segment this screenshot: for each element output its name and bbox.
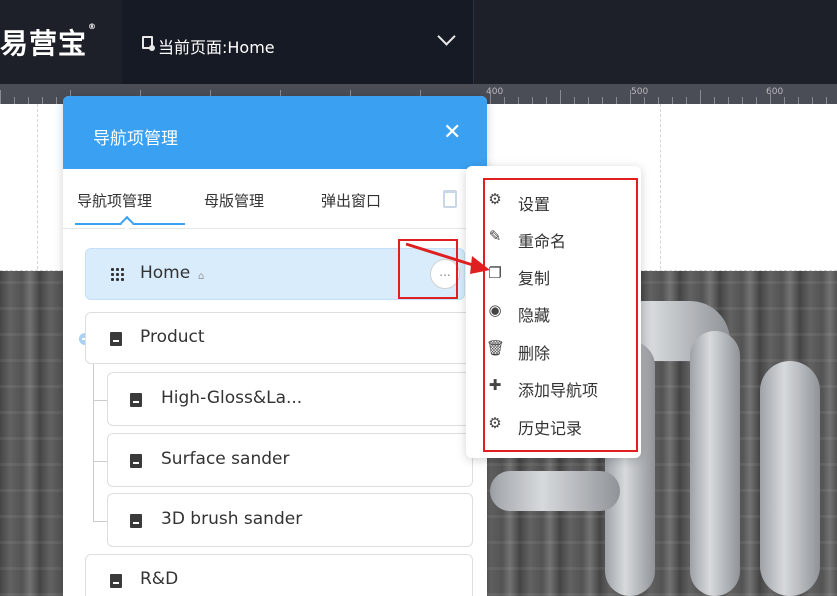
tab-popup-windows[interactable]: 弹出窗口 (321, 190, 381, 211)
ruler-tick (798, 97, 799, 104)
page-file-icon (130, 393, 142, 407)
guide-line (37, 104, 38, 274)
ruler-tick (0, 90, 1, 104)
ruler-tick (56, 97, 57, 104)
ruler-tick (644, 97, 645, 104)
nav-item-label: Product (140, 327, 205, 347)
ruler-tick (700, 90, 701, 104)
ruler-tick (28, 97, 29, 104)
tree-line (93, 521, 107, 522)
ruler-tick (784, 97, 785, 104)
page-selector[interactable]: 当前页面:Home (122, 0, 474, 84)
nav-item-product[interactable]: Product (85, 312, 473, 364)
nav-item-label: 3D brush sander (161, 509, 303, 529)
page-icon (142, 36, 155, 51)
ruler-tick (672, 97, 673, 104)
ruler-tick (812, 97, 813, 104)
tree-line (93, 400, 107, 401)
page-file-icon (110, 332, 122, 346)
page-file-icon (130, 514, 142, 528)
tree-line (93, 364, 94, 522)
ruler-tick (602, 97, 603, 104)
nav-item-label: Home (140, 263, 191, 283)
tab-master-templates[interactable]: 母版管理 (204, 190, 264, 211)
guide-line (660, 104, 661, 274)
nav-item-label: R&D (140, 569, 179, 589)
nav-item-high-gloss[interactable]: High-Gloss&La... (107, 372, 473, 426)
ruler-tick (728, 97, 729, 104)
ruler-tick (826, 97, 827, 104)
page-file-icon (110, 574, 122, 588)
annotation-arrow (405, 242, 490, 274)
ruler-tick (532, 97, 533, 104)
nav-item-label: Surface sander (161, 449, 290, 469)
home-icon: ⌂ (198, 271, 205, 282)
page-file-icon (130, 454, 142, 468)
active-tab-indicator (75, 223, 185, 225)
ruler-tick (756, 97, 757, 104)
ruler-tick (504, 97, 505, 104)
grid-icon (110, 267, 124, 281)
navigation-manager-panel: 导航项管理 ✕ 导航项管理 母版管理 弹出窗口 Home ⌂ ... Produ… (63, 96, 487, 596)
pipe-shape (490, 471, 620, 511)
nav-item-surface-sander[interactable]: Surface sander (107, 433, 473, 487)
panel-header: 导航项管理 ✕ (63, 96, 487, 169)
ruler-label: 400 (486, 87, 504, 97)
ruler-tick (770, 90, 771, 104)
pipe-shape (760, 361, 820, 596)
ruler-tick (490, 90, 491, 104)
page-selector-label: 当前页面:Home (158, 38, 275, 57)
ruler-tick (742, 97, 743, 104)
annotation-box-menu (483, 178, 638, 452)
close-icon[interactable]: ✕ (443, 120, 461, 145)
ruler-tick (42, 97, 43, 104)
ruler-tick (714, 97, 715, 104)
nav-item-rd[interactable]: R&D (85, 554, 473, 596)
chevron-down-icon[interactable] (437, 27, 456, 46)
panel-tabs: 导航项管理 母版管理 弹出窗口 (63, 169, 487, 229)
nav-item-label: High-Gloss&La... (161, 388, 303, 408)
ruler-tick (616, 97, 617, 104)
tree-line (93, 461, 107, 462)
ruler-tick (658, 97, 659, 104)
ruler-tick (686, 97, 687, 104)
ruler-label: 600 (766, 87, 784, 97)
pipe-shape (690, 331, 740, 596)
ruler-tick (546, 97, 547, 104)
trash-icon[interactable] (443, 190, 457, 208)
ruler-tick (14, 97, 15, 104)
ruler-label: 500 (631, 87, 649, 97)
panel-title: 导航项管理 (93, 129, 178, 149)
ruler-tick (630, 90, 631, 104)
brand-logo: 易营宝® (0, 22, 98, 60)
top-bar: 易营宝® 当前页面:Home (0, 0, 837, 84)
ruler-tick (588, 97, 589, 104)
tab-navigation-items[interactable]: 导航项管理 (77, 190, 152, 211)
nav-item-3d-brush-sander[interactable]: 3D brush sander (107, 493, 473, 547)
ruler-tick (574, 97, 575, 104)
ruler-tick (518, 97, 519, 104)
ruler-tick (560, 90, 561, 104)
